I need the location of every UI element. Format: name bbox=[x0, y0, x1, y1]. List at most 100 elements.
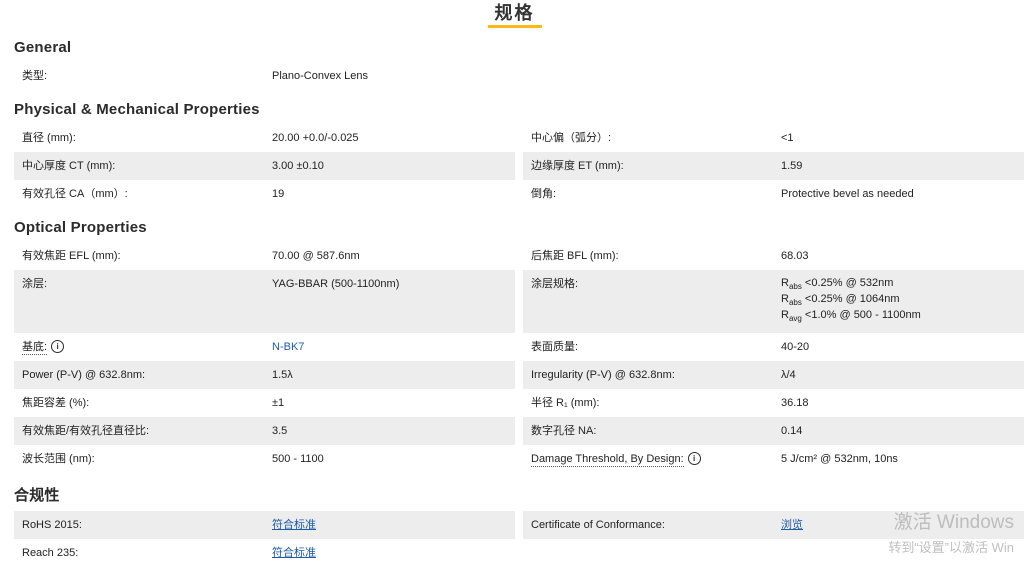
table-row: 类型: Plano-Convex Lens bbox=[14, 62, 1024, 90]
spec-label: 波长范围 (nm): bbox=[22, 452, 95, 465]
table-row: 焦距容差 (%): ±1 半径 R₁ (mm): 36.18 bbox=[14, 388, 1024, 417]
spec-value: 1.59 bbox=[781, 160, 803, 172]
spec-value: 1.5λ bbox=[272, 368, 293, 381]
table-row: 有效孔径 CA（mm）: 19 倒角: Protective bevel as … bbox=[14, 180, 1024, 208]
section-heading-optical: Optical Properties bbox=[14, 219, 147, 236]
spec-value: λ/4 bbox=[781, 368, 796, 381]
spec-label: 直径 (mm): bbox=[22, 132, 76, 144]
spec-cell-radius-r1: 半径 R₁ (mm): 36.18 bbox=[523, 388, 1024, 417]
spec-label: 数字孔径 NA: bbox=[531, 424, 597, 437]
page-header: 规格 bbox=[0, 0, 1029, 28]
spec-label: 有效焦距 EFL (mm): bbox=[22, 250, 121, 262]
spec-label: Irregularity (P-V) @ 632.8nm: bbox=[531, 368, 675, 381]
spec-value: YAG-BBAR (500-1100nm) bbox=[272, 278, 400, 290]
spec-value: 19 bbox=[272, 188, 285, 200]
damage-threshold-tooltip-label: Damage Threshold, By Design: bbox=[531, 452, 684, 467]
spec-label: 有效孔径 CA（mm）: bbox=[22, 188, 128, 200]
compliance-table: RoHS 2015: 符合标准 Certificate of Conforman… bbox=[14, 510, 1024, 567]
spec-cell-coating-specs: 涂层规格: Rabs <0.25% @ 532nm Rabs <0.25% @ … bbox=[523, 270, 1024, 333]
windows-activation-watermark: 激活 Windows 转到“设置”以激活 Win bbox=[888, 512, 1014, 555]
spec-label: Power (P-V) @ 632.8nm: bbox=[22, 368, 146, 381]
title-accent-underline bbox=[487, 25, 542, 28]
spec-value: 20.00 +0.0/-0.025 bbox=[272, 132, 359, 144]
spec-label: Reach 235: bbox=[22, 546, 79, 559]
spec-value: 3.5 bbox=[272, 424, 288, 437]
coating-spec-line: Ravg <1.0% @ 500 - 1100nm bbox=[781, 309, 921, 324]
spec-value: 40-20 bbox=[781, 340, 810, 353]
table-row: 涂层: YAG-BBAR (500-1100nm) 涂层规格: Rabs <0.… bbox=[14, 270, 1024, 333]
coating-spec-line: Rabs <0.25% @ 1064nm bbox=[781, 293, 900, 308]
spec-label: 焦距容差 (%): bbox=[22, 396, 90, 409]
section-heading-general: General bbox=[14, 39, 72, 56]
general-table: 类型: Plano-Convex Lens bbox=[14, 62, 1024, 90]
table-row: 直径 (mm): 20.00 +0.0/-0.025 中心偏（弧分）: <1 bbox=[14, 124, 1024, 152]
spec-cell-edge-thickness: 边缘厚度 ET (mm): 1.59 bbox=[523, 152, 1024, 180]
spec-value: 5 J/cm² @ 532nm, 10ns bbox=[781, 452, 898, 465]
spec-cell-power: Power (P-V) @ 632.8nm: 1.5λ bbox=[14, 360, 515, 389]
optical-table: 有效焦距 EFL (mm): 70.00 @ 587.6nm 后焦距 BFL (… bbox=[14, 242, 1024, 473]
spec-value: <1 bbox=[781, 132, 794, 144]
spec-cell-type: 类型: Plano-Convex Lens bbox=[14, 62, 515, 90]
spec-cell-f-number: 有效焦距/有效孔径直径比: 3.5 bbox=[14, 416, 515, 445]
spec-label: 表面质量: bbox=[531, 340, 579, 353]
substrate-link[interactable]: N-BK7 bbox=[272, 340, 304, 354]
spec-cell-na: 数字孔径 NA: 0.14 bbox=[523, 416, 1024, 445]
spec-label: 涂层规格: bbox=[531, 278, 579, 290]
info-icon[interactable]: i bbox=[51, 339, 65, 353]
spec-cell-center-thickness: 中心厚度 CT (mm): 3.00 ±0.10 bbox=[14, 152, 515, 180]
certificate-view-link[interactable]: 浏览 bbox=[781, 518, 803, 532]
spec-label: Damage Threshold, By Design: i bbox=[531, 451, 781, 467]
spec-value: 36.18 bbox=[781, 396, 809, 409]
spec-cell-centration: 中心偏（弧分）: <1 bbox=[523, 124, 1024, 152]
spec-cell-irregularity: Irregularity (P-V) @ 632.8nm: λ/4 bbox=[523, 360, 1024, 389]
spec-value: ±1 bbox=[272, 396, 285, 409]
table-row: 中心厚度 CT (mm): 3.00 ±0.10 边缘厚度 ET (mm): 1… bbox=[14, 152, 1024, 180]
spec-cell-reach: Reach 235: 符合标准 bbox=[14, 538, 515, 567]
spec-value: 70.00 @ 587.6nm bbox=[272, 250, 360, 262]
reach-compliant-link[interactable]: 符合标准 bbox=[272, 546, 316, 560]
spec-cell-wavelength-range: 波长范围 (nm): 500 - 1100 bbox=[14, 444, 515, 473]
spec-label: RoHS 2015: bbox=[22, 518, 82, 531]
spec-label: 中心厚度 CT (mm): bbox=[22, 160, 116, 172]
spec-cell-rohs: RoHS 2015: 符合标准 bbox=[14, 510, 515, 539]
table-row: RoHS 2015: 符合标准 Certificate of Conforman… bbox=[14, 510, 1024, 539]
spec-cell-focal-tolerance: 焦距容差 (%): ±1 bbox=[14, 388, 515, 417]
watermark-line2: 转到“设置”以激活 Win bbox=[888, 540, 1014, 555]
section-heading-physical: Physical & Mechanical Properties bbox=[14, 101, 260, 118]
spec-value: Plano-Convex Lens bbox=[272, 70, 369, 82]
spec-label: 中心偏（弧分）: bbox=[531, 132, 612, 144]
rohs-compliant-link[interactable]: 符合标准 bbox=[272, 518, 316, 532]
spec-label: 有效焦距/有效孔径直径比: bbox=[22, 424, 150, 437]
spec-value: 0.14 bbox=[781, 424, 803, 437]
spec-value: 68.03 bbox=[781, 250, 809, 262]
empty-cell bbox=[523, 62, 1024, 90]
spec-cell-bevel: 倒角: Protective bevel as needed bbox=[523, 180, 1024, 208]
spec-value-multiline: Rabs <0.25% @ 532nm Rabs <0.25% @ 1064nm… bbox=[781, 277, 921, 326]
spec-value: 3.00 ±0.10 bbox=[272, 160, 324, 172]
spec-cell-clear-aperture: 有效孔径 CA（mm）: 19 bbox=[14, 180, 515, 208]
spec-label: 涂层: bbox=[22, 278, 48, 290]
watermark-line1: 激活 Windows bbox=[893, 512, 1014, 533]
table-row: 有效焦距/有效孔径直径比: 3.5 数字孔径 NA: 0.14 bbox=[14, 416, 1024, 445]
spec-value: Protective bevel as needed bbox=[781, 188, 914, 200]
table-row: Reach 235: 符合标准 bbox=[14, 538, 1024, 567]
spec-label: 基底: i bbox=[22, 339, 272, 355]
spec-cell-diameter: 直径 (mm): 20.00 +0.0/-0.025 bbox=[14, 124, 515, 152]
spec-label: 倒角: bbox=[531, 188, 557, 200]
spec-cell-coating: 涂层: YAG-BBAR (500-1100nm) bbox=[14, 270, 515, 333]
spec-value: 500 - 1100 bbox=[272, 452, 324, 465]
table-row: 波长范围 (nm): 500 - 1100 Damage Threshold, … bbox=[14, 444, 1024, 473]
page-title: 规格 bbox=[494, 3, 535, 23]
spec-label: 后焦距 BFL (mm): bbox=[531, 250, 619, 262]
spec-cell-substrate: 基底: i N-BK7 bbox=[14, 332, 515, 361]
physical-table: 直径 (mm): 20.00 +0.0/-0.025 中心偏（弧分）: <1 中… bbox=[14, 124, 1024, 208]
coating-spec-line: Rabs <0.25% @ 532nm bbox=[781, 277, 894, 292]
section-heading-compliance: 合规性 bbox=[14, 486, 60, 504]
info-icon[interactable]: i bbox=[687, 451, 701, 465]
table-row: 基底: i N-BK7 表面质量: 40-20 bbox=[14, 332, 1024, 361]
spec-cell-bfl: 后焦距 BFL (mm): 68.03 bbox=[523, 242, 1024, 270]
table-row: 有效焦距 EFL (mm): 70.00 @ 587.6nm 后焦距 BFL (… bbox=[14, 242, 1024, 270]
spec-label: 边缘厚度 ET (mm): bbox=[531, 160, 624, 172]
spec-cell-damage-threshold: Damage Threshold, By Design: i 5 J/cm² @ … bbox=[523, 444, 1024, 473]
spec-label: 半径 R₁ (mm): bbox=[531, 396, 600, 409]
